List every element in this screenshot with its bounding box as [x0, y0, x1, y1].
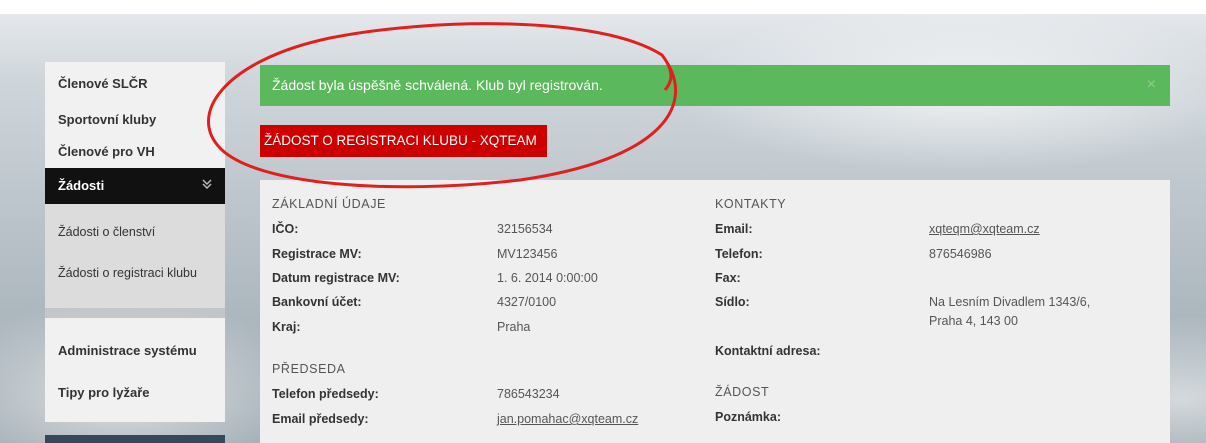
red-ellipse-annotation: [207, 22, 678, 189]
